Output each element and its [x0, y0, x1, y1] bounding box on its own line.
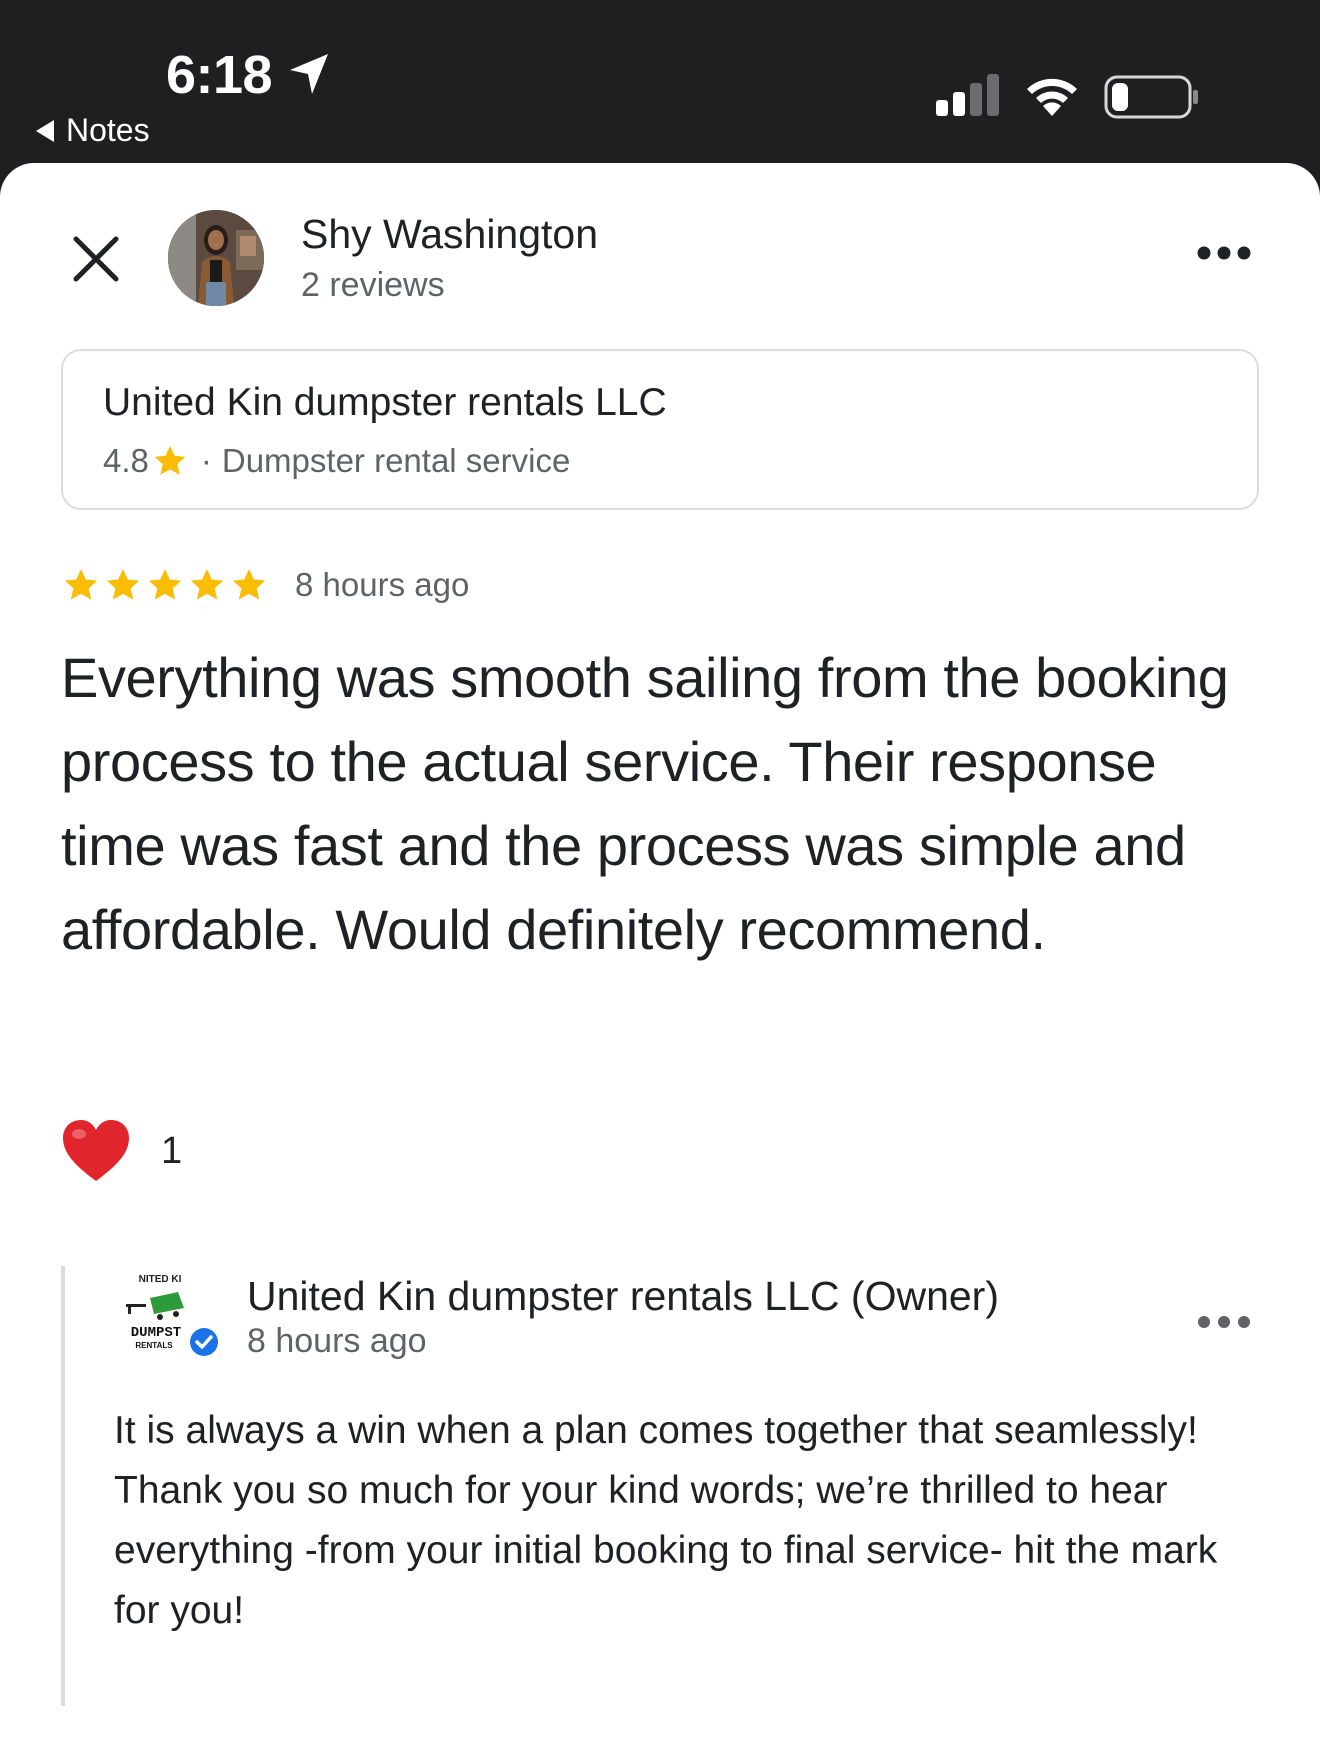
logo-text-bottom: RENTALS — [135, 1341, 173, 1350]
wifi-icon — [1027, 78, 1077, 116]
review-sheet: Shy Washington 2 reviews United Kin dump… — [0, 163, 1320, 1755]
battery-icon — [1104, 75, 1198, 119]
star-icon — [106, 569, 140, 600]
business-card[interactable]: United Kin dumpster rentals LLC 4.8 · Du… — [61, 349, 1259, 510]
review-time: 8 hours ago — [295, 566, 470, 603]
business-rating: 4.8 — [103, 442, 149, 479]
back-triangle-icon — [36, 119, 54, 142]
meta-separator: · — [200, 442, 212, 479]
reviewer-review-count[interactable]: 2 reviews — [301, 266, 445, 305]
star-rating — [61, 565, 269, 605]
owner-logo[interactable]: NITED KI DUMPST RENTALS — [116, 1268, 220, 1368]
heart-icon — [63, 1120, 129, 1181]
review-text: Everything was smooth sailing from the b… — [61, 646, 1229, 961]
logo-text-top: NITED KI — [139, 1274, 182, 1285]
star-icon — [64, 569, 98, 600]
star-icon — [232, 569, 266, 600]
reply-divider — [61, 1266, 65, 1706]
owner-reply-time: 8 hours ago — [247, 1322, 427, 1360]
star-icon — [148, 569, 182, 600]
business-name: United Kin dumpster rentals LLC — [103, 381, 667, 424]
business-meta: 4.8 · Dumpster rental service — [103, 442, 570, 480]
status-bar: 6:18 Notes — [0, 0, 1320, 165]
cellular-signal-icon — [936, 74, 999, 116]
review-rating-row: 8 hours ago — [61, 565, 469, 605]
star-icon — [190, 569, 224, 600]
location-arrow-icon — [290, 54, 328, 94]
more-options-icon[interactable] — [1194, 241, 1254, 265]
more-options-icon[interactable] — [1194, 1310, 1254, 1334]
back-app-label: Notes — [66, 112, 150, 148]
reviewer-name[interactable]: Shy Washington — [301, 211, 598, 258]
owner-reply-text: It is always a win when a plan comes tog… — [114, 1409, 1218, 1632]
business-category: Dumpster rental service — [221, 442, 571, 479]
status-time: 6:18 — [166, 45, 273, 105]
owner-reply-name[interactable]: United Kin dumpster rentals LLC (Owner) — [247, 1273, 999, 1320]
logo-text-mid: DUMPST — [131, 1325, 181, 1341]
reviewer-avatar[interactable] — [168, 210, 264, 306]
like-count: 1 — [161, 1129, 183, 1172]
verified-badge-icon — [190, 1328, 218, 1356]
close-icon[interactable] — [70, 233, 122, 285]
star-icon — [154, 445, 186, 475]
like-button[interactable]: 1 — [61, 1118, 182, 1184]
back-to-app-button[interactable]: Notes — [36, 112, 150, 149]
